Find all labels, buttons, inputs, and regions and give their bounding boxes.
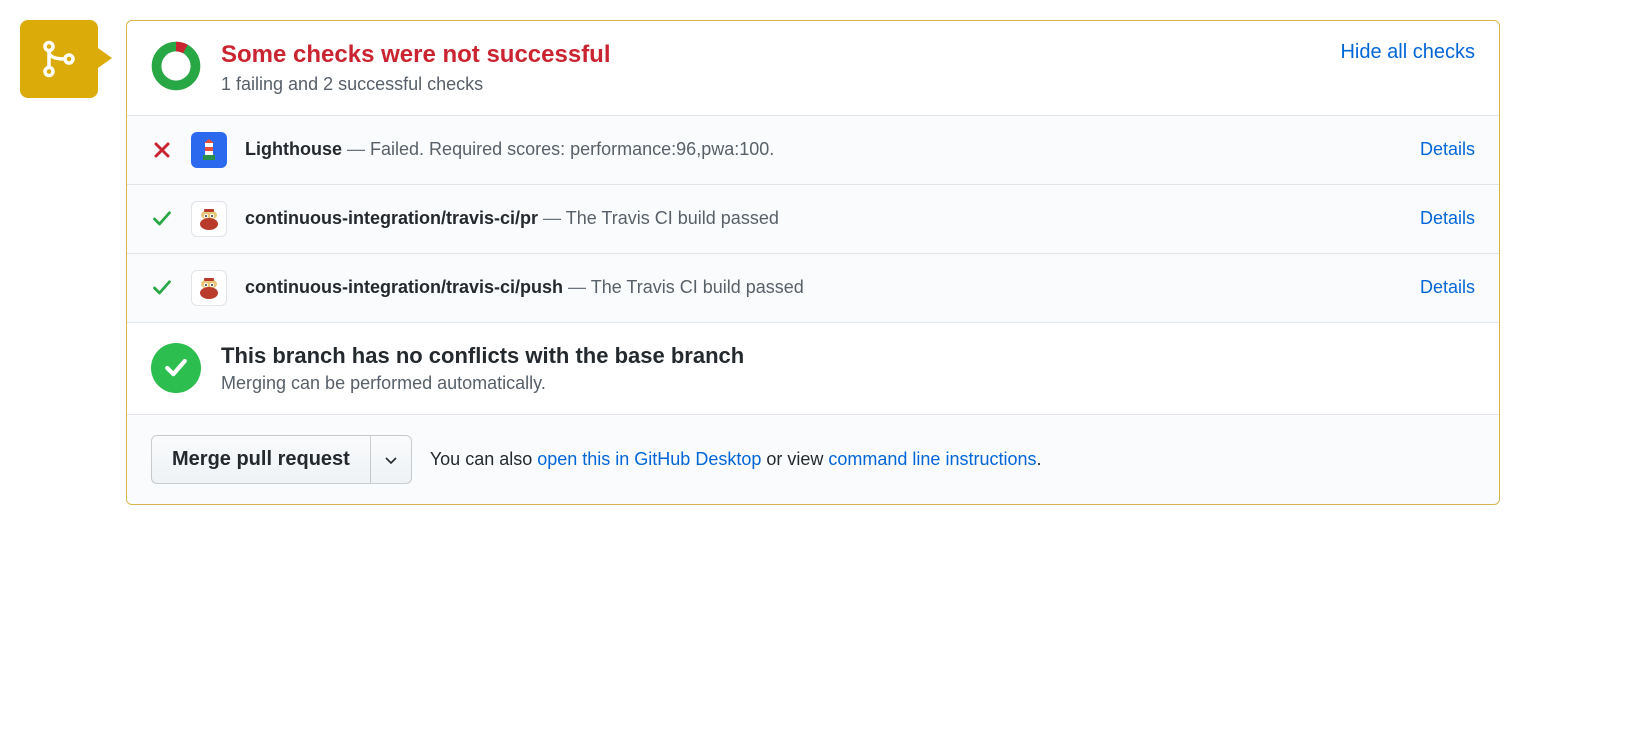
merge-conflicts-section: This branch has no conflicts with the ba…: [127, 322, 1499, 414]
separator: —: [347, 139, 370, 159]
check-row: continuous-integration/travis-ci/pr — Th…: [127, 184, 1499, 253]
fail-icon: [151, 141, 173, 159]
check-message: Failed. Required scores: performance:96,…: [370, 139, 774, 159]
travis-avatar-icon: [191, 201, 227, 237]
merge-footer: Merge pull request You can also open thi…: [127, 414, 1499, 504]
merge-status-panel: Some checks were not successful 1 failin…: [126, 20, 1500, 505]
conflicts-heading: This branch has no conflicts with the ba…: [221, 343, 744, 369]
check-details-link[interactable]: Details: [1420, 139, 1475, 160]
cli-instructions-link[interactable]: command line instructions: [828, 449, 1036, 469]
check-details-link[interactable]: Details: [1420, 208, 1475, 229]
hide-all-checks-link[interactable]: Hide all checks: [1340, 41, 1475, 64]
check-name: continuous-integration/travis-ci/pr: [245, 208, 538, 228]
travis-avatar-icon: [191, 270, 227, 306]
lighthouse-avatar-icon: [191, 132, 227, 168]
hint-prefix: You can also: [430, 449, 537, 469]
git-merge-icon: [39, 39, 79, 79]
hint-middle: or view: [761, 449, 828, 469]
merge-button-group: Merge pull request: [151, 435, 412, 484]
check-row: continuous-integration/travis-ci/push — …: [127, 253, 1499, 322]
separator: —: [543, 208, 566, 228]
status-donut-icon: [151, 41, 201, 91]
check-name: continuous-integration/travis-ci/push: [245, 277, 563, 297]
check-row: Lighthouse — Failed. Required scores: pe…: [127, 115, 1499, 184]
checks-summary-heading: Some checks were not successful: [221, 41, 1320, 70]
check-message: The Travis CI build passed: [566, 208, 779, 228]
separator: —: [568, 277, 591, 297]
pass-icon: [151, 278, 173, 298]
success-check-icon: [151, 343, 201, 393]
check-name: Lighthouse: [245, 139, 342, 159]
merge-options-dropdown-button[interactable]: [370, 435, 412, 484]
merge-status-badge: [20, 20, 98, 98]
checks-summary: Some checks were not successful 1 failin…: [127, 21, 1499, 115]
caret-down-icon: [385, 457, 397, 465]
check-message: The Travis CI build passed: [591, 277, 804, 297]
merge-hint-text: You can also open this in GitHub Desktop…: [430, 449, 1042, 470]
pass-icon: [151, 209, 173, 229]
hint-suffix: .: [1036, 449, 1041, 469]
open-github-desktop-link[interactable]: open this in GitHub Desktop: [537, 449, 761, 469]
conflicts-sub: Merging can be performed automatically.: [221, 373, 744, 394]
checks-summary-sub: 1 failing and 2 successful checks: [221, 74, 1320, 95]
merge-pull-request-button[interactable]: Merge pull request: [151, 435, 370, 484]
check-details-link[interactable]: Details: [1420, 277, 1475, 298]
